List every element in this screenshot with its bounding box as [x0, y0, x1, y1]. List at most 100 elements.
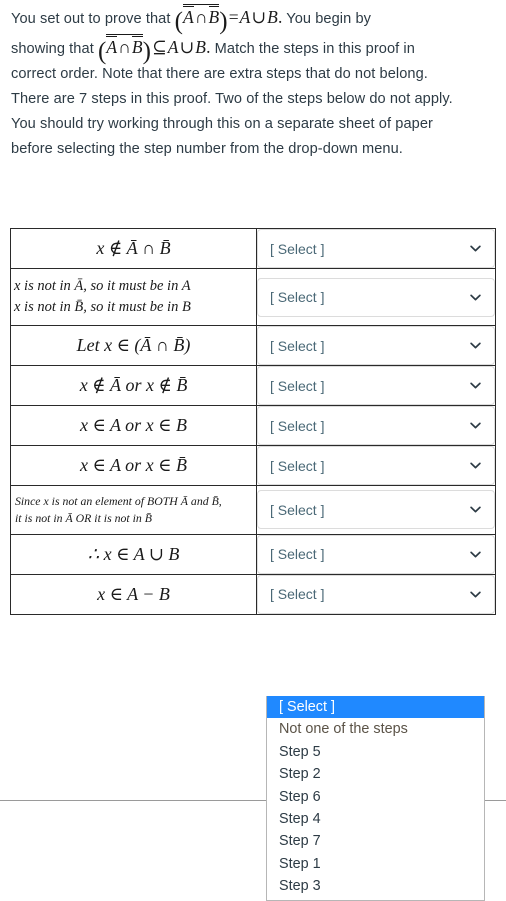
b-1: B [267, 7, 278, 27]
matching-table: x ∉ Ā ∩ B̄ [ Select ] x is not in Ā, so … [10, 228, 496, 615]
dropdown-option-not-a-step[interactable]: Not one of the steps [267, 718, 484, 740]
chevron-down-icon [469, 503, 482, 516]
statement-text-2-line2: x is not in B̄, so it must be in B [14, 299, 191, 316]
subset-2: ⊆ [152, 37, 167, 58]
b-bar-2: B [131, 36, 143, 58]
right-paren-2: ) [142, 37, 152, 65]
statement-text-3: Let x ∈ (Ā ∩ B̄) [76, 335, 191, 356]
dropdown-option-step-2[interactable]: Step 2 [267, 763, 484, 785]
step-select-9[interactable]: [ Select ] [257, 574, 495, 614]
statement-cell-9: x ∈ A − B [10, 573, 257, 615]
step-select-7[interactable]: [ Select ] [257, 490, 495, 530]
select-cell-2: [ Select ] [256, 267, 496, 327]
dropdown-option-step-1[interactable]: Step 1 [267, 853, 484, 875]
union-1: ∪ [251, 7, 267, 27]
select-cell-5: [ Select ] [256, 405, 496, 447]
chevron-down-icon [469, 548, 482, 561]
table-row: x ∉ Ā or x ∉ B̄ [ Select ] [10, 365, 496, 407]
step-select-5-value: [ Select ] [270, 417, 325, 434]
intersect-2: ∩ [118, 37, 131, 58]
statement-text-7-line2: it is not in Ā OR it is not in B̄ [15, 510, 152, 525]
table-row: x ∉ Ā ∩ B̄ [ Select ] [10, 228, 496, 269]
chevron-down-icon [469, 379, 482, 392]
prompt-text-2b: Match the steps in this proof in [214, 41, 415, 58]
chevron-down-icon [469, 339, 482, 352]
prompt-line-5: You should try working through this on a… [11, 116, 433, 133]
question-prompt: You set out to prove that (A∩B)=A∪B. You… [11, 2, 495, 163]
table-row: Let x ∈ (Ā ∩ B̄) [ Select ] [10, 325, 496, 367]
select-cell-3: [ Select ] [256, 325, 496, 367]
statement-text-9: x ∈ A − B [97, 583, 170, 604]
step-select-9-dropdown-list[interactable]: [ Select ] Not one of the steps Step 5 S… [266, 696, 485, 901]
a-bar-2: A [106, 36, 118, 58]
step-select-6-value: [ Select ] [270, 457, 325, 474]
dropdown-option-step-6[interactable]: Step 6 [267, 786, 484, 808]
step-select-3[interactable]: [ Select ] [257, 326, 495, 366]
step-select-6[interactable]: [ Select ] [257, 446, 495, 486]
step-select-8[interactable]: [ Select ] [257, 534, 495, 574]
statement-cell-5: x ∈ A or x ∈ B [10, 405, 257, 447]
select-cell-7: [ Select ] [256, 485, 496, 535]
table-row: x ∈ A or x ∈ B̄ [ Select ] [10, 445, 496, 487]
select-cell-9: [ Select ] [256, 573, 496, 615]
statement-text-2-line1: x is not in Ā, so it must be in A [14, 278, 191, 294]
a-1: A [239, 7, 251, 27]
statement-cell-6: x ∈ A or x ∈ B̄ [10, 445, 257, 487]
step-select-7-value: [ Select ] [270, 501, 325, 518]
dropdown-option-step-3[interactable]: Step 3 [267, 875, 484, 897]
step-select-8-value: [ Select ] [270, 546, 325, 563]
statement-text-8: ∴ x ∈ A ∪ B [87, 543, 180, 564]
chevron-down-icon [469, 588, 482, 601]
step-select-4[interactable]: [ Select ] [257, 366, 495, 406]
statement-cell-8: ∴ x ∈ A ∪ B [10, 533, 257, 575]
prompt-line-1: You set out to prove that (A∩B)=A∪B. You… [11, 2, 495, 34]
table-row: x ∈ A or x ∈ B [ Select ] [10, 405, 496, 447]
step-select-3-value: [ Select ] [270, 337, 325, 354]
table-row: x is not in Ā, so it must be in A x is n… [10, 267, 496, 327]
table-row: x ∈ A − B [ Select ] [10, 573, 496, 615]
step-select-2[interactable]: [ Select ] [257, 277, 495, 317]
statement-text-1: x ∉ Ā ∩ B̄ [96, 238, 171, 258]
dropdown-option-step-7[interactable]: Step 7 [267, 830, 484, 852]
step-select-1[interactable]: [ Select ] [257, 229, 495, 268]
dropdown-option-step-5[interactable]: Step 5 [267, 741, 484, 763]
prompt-line-3: correct order. Note that there are extra… [11, 66, 428, 83]
prompt-line-4: There are 7 steps in this proof. Two of … [11, 91, 453, 108]
union-2: ∪ [179, 37, 195, 58]
prompt-line-2: showing that (A∩B)⊆A∪B. Match the steps … [11, 32, 495, 64]
chevron-down-icon [469, 459, 482, 472]
b-bar-1: B [208, 6, 220, 27]
select-cell-6: [ Select ] [256, 445, 496, 487]
prompt-text-2a: showing that [11, 41, 94, 58]
select-cell-1: [ Select ] [256, 228, 496, 269]
step-select-1-value: [ Select ] [270, 240, 325, 257]
select-cell-8: [ Select ] [256, 533, 496, 575]
chevron-down-icon [469, 242, 482, 255]
statement-cell-7: Since x is not an element of BOTH Ā and … [10, 485, 257, 535]
statement-text-7-line1: Since x is not an element of BOTH Ā and … [15, 494, 222, 509]
dropdown-option-select[interactable]: [ Select ] [267, 696, 484, 719]
prompt-text-1a: You set out to prove that [11, 11, 171, 27]
statement-text-5: x ∈ A or x ∈ B [80, 415, 187, 436]
chevron-down-icon [469, 419, 482, 432]
equals-1: = [228, 7, 239, 27]
step-select-9-value: [ Select ] [270, 586, 325, 603]
statement-cell-4: x ∉ Ā or x ∉ B̄ [10, 365, 257, 407]
statement-cell-2: x is not in Ā, so it must be in A x is n… [10, 267, 257, 327]
math-expression-2: (A∩B)⊆A∪B. [98, 34, 211, 64]
step-select-5[interactable]: [ Select ] [257, 406, 495, 446]
statement-text-2: x is not in Ā, so it must be in A x is n… [11, 269, 256, 325]
prompt-text-1b: You begin by [286, 11, 371, 27]
a-bar-1: A [183, 6, 194, 27]
chevron-down-icon [469, 291, 482, 304]
step-select-4-value: [ Select ] [270, 377, 325, 394]
dropdown-option-step-4[interactable]: Step 4 [267, 808, 484, 830]
table-row: Since x is not an element of BOTH Ā and … [10, 485, 496, 535]
statement-text-6: x ∈ A or x ∈ B̄ [80, 455, 187, 476]
table-row: ∴ x ∈ A ∪ B [ Select ] [10, 533, 496, 575]
b-2: B [195, 37, 207, 58]
statement-cell-3: Let x ∈ (Ā ∩ B̄) [10, 325, 257, 367]
math-expression-1: (A∩B)=A∪B. [175, 4, 283, 34]
left-paren: ( [174, 7, 184, 35]
right-paren: ) [219, 7, 228, 35]
